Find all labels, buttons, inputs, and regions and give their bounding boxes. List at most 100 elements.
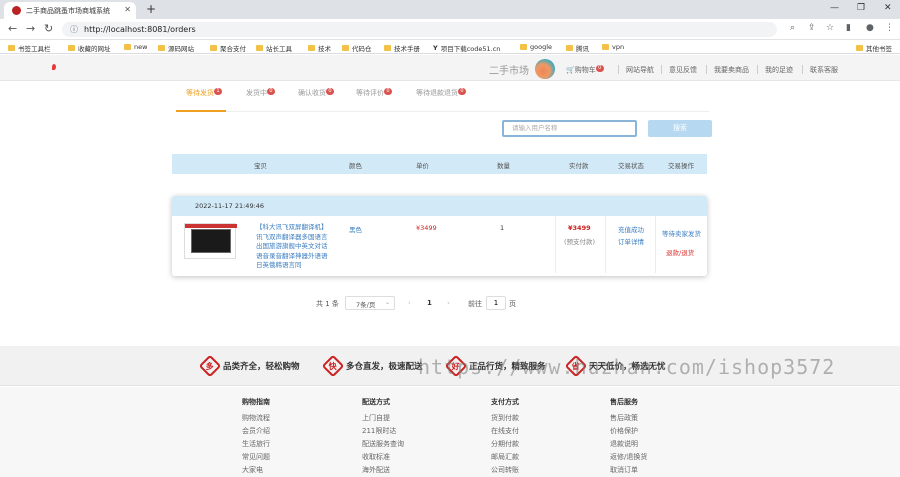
footer-link[interactable]: 生活旅行 xyxy=(242,438,270,451)
footer-link[interactable]: 货到付款 xyxy=(491,412,519,425)
browser-tab[interactable]: 二手商品跳蚤市场商城系统 ✕ xyxy=(4,2,136,19)
footer-link[interactable]: 退款说明 xyxy=(610,438,647,451)
profile-icon[interactable]: ● xyxy=(866,23,874,33)
tab-shipping[interactable]: 发货中 0 xyxy=(246,88,275,98)
site-nav-link[interactable]: 网站导航 xyxy=(626,65,654,75)
avatar[interactable] xyxy=(535,59,555,79)
watermark: https://www.huzhan.com/ishop3572 xyxy=(418,355,836,379)
footer-link[interactable]: 211限时达 xyxy=(362,425,404,438)
goto-page-input[interactable]: 1 xyxy=(486,296,506,310)
maximize-icon[interactable]: ❐ xyxy=(857,3,865,13)
sidebar-icon[interactable]: ▮ xyxy=(846,23,851,33)
order-card: 2022-11-17 21:49:46 【科大讯飞双屏翻译机】讯飞双声翻译器多国… xyxy=(172,196,707,276)
page-size-select[interactable]: 7条/页 ⌄ xyxy=(345,296,395,310)
tab-wait-ship[interactable]: 等待发货 1 xyxy=(186,88,222,98)
bookmark-item[interactable]: 书签工具栏 xyxy=(8,43,51,53)
tab-confirm[interactable]: 确认收货 0 xyxy=(298,88,334,98)
browser-tab-bar: 二手商品跳蚤市场商城系统 ✕ + — ❐ ✕ xyxy=(0,0,900,19)
bookmark-item[interactable]: 技术 xyxy=(308,43,331,53)
footer-link[interactable]: 返修/退换货 xyxy=(610,451,647,464)
feedback-link[interactable]: 意见反馈 xyxy=(669,65,697,75)
service-link[interactable]: 联系客服 xyxy=(810,65,838,75)
order-detail-link[interactable]: 订单详情 xyxy=(618,236,644,246)
feature-item: 快多仓直发，极速配送 xyxy=(321,354,423,378)
other-bookmarks[interactable]: 其他书签 xyxy=(856,43,892,53)
search-button[interactable]: 搜索 xyxy=(648,120,712,137)
footer-link[interactable]: 上门自提 xyxy=(362,412,404,425)
menu-icon[interactable]: ⋮ xyxy=(885,23,894,33)
footer-link[interactable]: 海外配送 xyxy=(362,464,404,477)
close-tab-icon[interactable]: ✕ xyxy=(124,5,131,14)
bookmark-item[interactable]: vpn xyxy=(602,43,624,51)
footer xyxy=(0,387,900,477)
new-tab-icon[interactable]: + xyxy=(146,2,156,16)
footer-link[interactable]: 收取标准 xyxy=(362,451,404,464)
site-logo[interactable]: 二手市场 xyxy=(489,62,529,77)
footer-link[interactable]: 售后政策 xyxy=(610,412,647,425)
bookmark-item[interactable]: 腾讯 xyxy=(566,43,589,53)
page-number[interactable]: 1 xyxy=(427,299,432,307)
forward-icon[interactable]: → xyxy=(26,22,35,35)
bookmarks-bar: 书签工具栏 收藏的网址 new 源码网站 聚合支付 站长工具 技术 代码仓 技术… xyxy=(0,40,900,54)
footer-link[interactable]: 邮局汇款 xyxy=(491,451,519,464)
reload-icon[interactable]: ↻ xyxy=(44,22,53,35)
product-image[interactable] xyxy=(184,223,237,259)
tab-review[interactable]: 等待评价 0 xyxy=(356,88,392,98)
feature-icon: 快 xyxy=(321,354,345,378)
footer-link[interactable]: 价格保护 xyxy=(610,425,647,438)
col-action: 交易操作 xyxy=(668,162,694,170)
page-unit: 页 xyxy=(509,300,516,308)
footer-link[interactable]: 取消订单 xyxy=(610,464,647,477)
footer-column: 支付方式 货到付款 在线支付 分期付款 邮局汇款 公司转账 xyxy=(491,396,519,477)
search-input[interactable]: 请输入用户名称 xyxy=(502,120,637,137)
refund-button[interactable]: 退款/退货 xyxy=(666,247,694,257)
footer-link[interactable]: 购物流程 xyxy=(242,412,270,425)
bookmark-item[interactable]: 源码网站 xyxy=(158,43,194,53)
sell-link[interactable]: 我要卖商品 xyxy=(714,65,749,75)
footer-link[interactable]: 大家电 xyxy=(242,464,270,477)
url-field[interactable]: ⓘ http://localhost:8081/orders xyxy=(62,22,777,37)
col-price: 单价 xyxy=(416,162,429,170)
footer-link[interactable]: 常见问题 xyxy=(242,451,270,464)
favicon-icon xyxy=(12,6,21,15)
back-icon[interactable]: ← xyxy=(8,22,17,35)
footer-column: 配送方式 上门自提 211限时达 配送服务查询 收取标准 海外配送 xyxy=(362,396,404,477)
next-page-button[interactable]: › xyxy=(447,299,450,307)
col-qty: 数量 xyxy=(497,162,510,170)
close-window-icon[interactable]: ✕ xyxy=(884,3,892,13)
cart-link[interactable]: 🛒购物车 0 xyxy=(566,65,604,75)
bookmark-item[interactable]: new xyxy=(124,43,147,51)
cart-badge: 0 xyxy=(595,65,604,72)
bookmark-item[interactable]: 技术手册 xyxy=(384,43,420,53)
tab-divider xyxy=(176,111,709,112)
url-text: http://localhost:8081/orders xyxy=(84,25,196,34)
bookmark-item[interactable]: 聚合支付 xyxy=(210,43,246,53)
minimize-icon[interactable]: — xyxy=(830,3,839,13)
bookmark-item[interactable]: 代码仓 xyxy=(342,43,372,53)
zoom-icon[interactable]: ⌕ xyxy=(790,23,795,33)
col-status: 交易状态 xyxy=(618,162,644,170)
share-icon[interactable]: ⇪ xyxy=(808,23,816,33)
wait-ship-button[interactable]: 等待卖家发货 xyxy=(662,228,701,238)
col-color: 颜色 xyxy=(349,162,362,170)
footer-link[interactable]: 在线支付 xyxy=(491,425,519,438)
footer-column: 购物指南 购物流程 会员介绍 生活旅行 常见问题 大家电 xyxy=(242,396,270,477)
product-name[interactable]: 【科大讯飞双屏翻译机】讯飞双声翻译器多国语言出国旅游旗舰中英文对话语音录音翻译神… xyxy=(256,223,328,271)
location-icon[interactable] xyxy=(52,64,56,70)
bookmark-item[interactable]: Y 项目下载code51.cn xyxy=(433,43,500,53)
col-paid: 实付款 xyxy=(569,162,589,170)
tracks-link[interactable]: 我的足迹 xyxy=(765,65,793,75)
tab-title: 二手商品跳蚤市场商城系统 xyxy=(26,6,110,15)
bookmark-item[interactable]: 收藏的网址 xyxy=(68,43,111,53)
star-icon[interactable]: ☆ xyxy=(826,23,834,33)
tab-refund[interactable]: 等待退款退货 0 xyxy=(416,88,466,98)
product-color: 黑色 xyxy=(349,226,362,234)
footer-link[interactable]: 分期付款 xyxy=(491,438,519,451)
footer-link[interactable]: 配送服务查询 xyxy=(362,438,404,451)
prev-page-button[interactable]: ‹ xyxy=(408,299,411,307)
footer-column: 售后服务 售后政策 价格保护 退款说明 返修/退换货 取消订单 xyxy=(610,396,647,477)
footer-link[interactable]: 公司转账 xyxy=(491,464,519,477)
footer-link[interactable]: 会员介绍 xyxy=(242,425,270,438)
bookmark-item[interactable]: google xyxy=(520,43,552,51)
bookmark-item[interactable]: 站长工具 xyxy=(256,43,292,53)
